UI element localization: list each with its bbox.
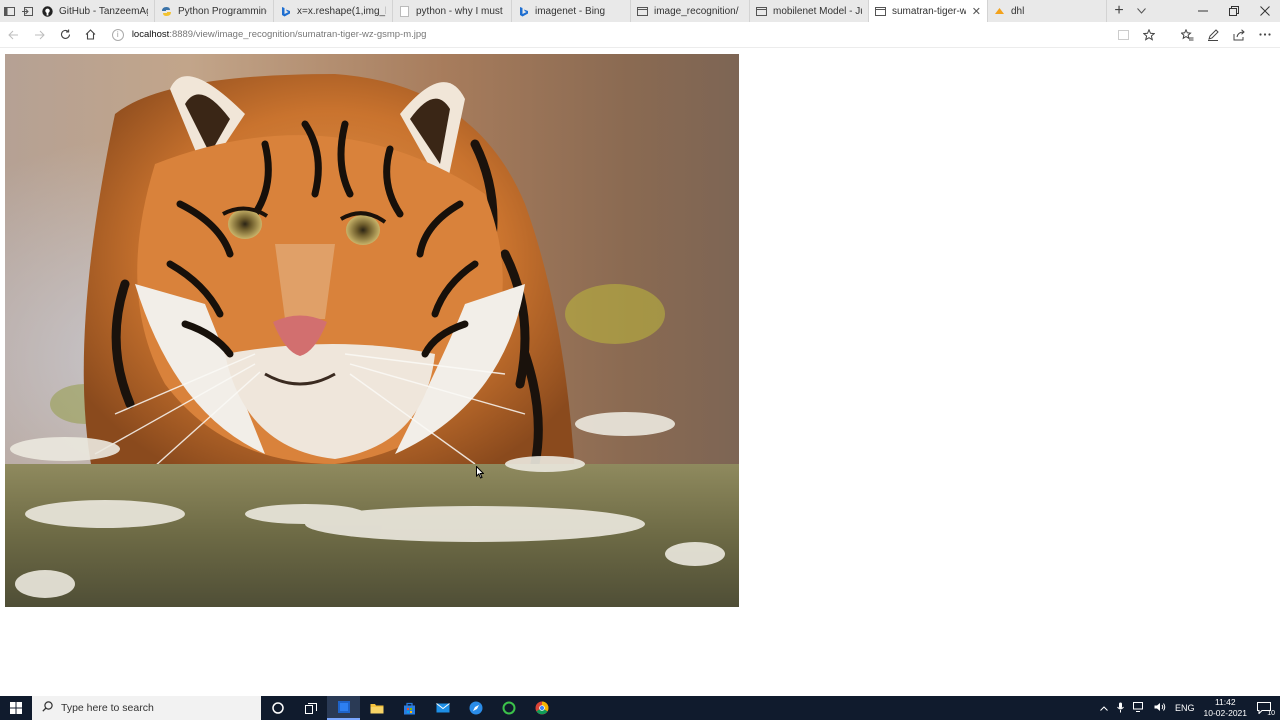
site-info-icon[interactable]: i	[111, 28, 124, 41]
page-icon	[399, 5, 410, 17]
tab-label: Python Programming Tu	[178, 5, 267, 17]
tab-label: sumatran-tiger-wz-	[892, 5, 966, 17]
set-aside-tabs-icon[interactable]	[18, 0, 36, 22]
notification-count: 10	[1267, 710, 1275, 717]
input-language[interactable]: ENG	[1175, 703, 1195, 713]
taskbar: Type here to search ENG 11:42 10-02-2021…	[0, 696, 1280, 720]
github-icon	[42, 5, 53, 17]
python-icon	[161, 6, 172, 17]
share-icon[interactable]	[1226, 22, 1252, 48]
tab-label: mobilenet Model - Jupy	[773, 5, 862, 17]
chevron-up-icon[interactable]	[1100, 703, 1108, 713]
reading-view-icon[interactable]	[1110, 22, 1136, 48]
chevron-down-icon[interactable]	[1131, 0, 1151, 22]
close-window-icon[interactable]	[1249, 0, 1280, 22]
tab-label: x=x.reshape(1,img_heig	[297, 5, 386, 17]
clock-date: 10-02-2021	[1203, 708, 1247, 718]
tab-label: GitHub - TanzeemAgra/	[59, 5, 148, 17]
page-icon	[756, 6, 767, 17]
tab-actions-icon[interactable]	[0, 0, 18, 22]
tiger-image	[5, 54, 739, 607]
bing-icon	[518, 6, 529, 17]
browser-toolbar: i localhost:8889/view/image_recognition/…	[0, 22, 1280, 48]
dhl-icon	[994, 6, 1005, 17]
tab-python[interactable]: Python Programming Tu	[155, 0, 274, 22]
favorite-star-icon[interactable]	[1136, 22, 1162, 48]
task-view-icon[interactable]	[294, 696, 327, 720]
tab-list: GitHub - TanzeemAgra/ Python Programming…	[36, 0, 1107, 22]
more-options-icon[interactable]	[1252, 22, 1278, 48]
favorites-hub-icon[interactable]	[1174, 22, 1200, 48]
windows-start-icon[interactable]	[0, 696, 32, 720]
tab-sumatran-tiger[interactable]: sumatran-tiger-wz- ✕	[869, 0, 988, 22]
tab-stackoverflow[interactable]: python - why I must res	[393, 0, 512, 22]
store-icon[interactable]	[393, 696, 426, 720]
tab-imagenet-bing[interactable]: imagenet - Bing	[512, 0, 631, 22]
restore-icon[interactable]	[1218, 0, 1249, 22]
page-icon	[875, 6, 886, 17]
bing-icon	[280, 6, 291, 17]
page-viewport	[0, 48, 1280, 696]
url-host: localhost	[131, 29, 170, 40]
back-icon[interactable]	[1, 22, 27, 48]
chrome-icon[interactable]	[525, 696, 558, 720]
mail-icon[interactable]	[426, 696, 459, 720]
file-explorer-icon[interactable]	[360, 696, 393, 720]
notification-center-icon[interactable]: 10	[1256, 701, 1275, 717]
tab-dhl[interactable]: dhl	[988, 0, 1107, 22]
tab-label: imagenet - Bing	[535, 5, 606, 17]
tab-reshape[interactable]: x=x.reshape(1,img_heig	[274, 0, 393, 22]
new-tab-icon[interactable]: +	[1107, 0, 1131, 22]
toolbar-right	[1110, 22, 1280, 48]
pen-notes-icon[interactable]	[1200, 22, 1226, 48]
taskbar-apps	[261, 696, 558, 720]
url-path: :8889/view/image_recognition/sumatran-ti…	[169, 29, 427, 40]
home-icon[interactable]	[78, 22, 104, 48]
cortana-icon[interactable]	[261, 696, 294, 720]
system-clock[interactable]: 11:42 10-02-2021	[1204, 697, 1247, 719]
clock-time: 11:42	[1214, 697, 1236, 707]
microphone-icon[interactable]	[1117, 702, 1124, 715]
volume-icon[interactable]	[1154, 702, 1166, 714]
edge-browser-icon[interactable]	[327, 696, 360, 720]
tab-label: python - why I must res	[416, 5, 505, 17]
minimize-icon[interactable]	[1187, 0, 1218, 22]
system-tray: ENG 11:42 10-02-2021 10	[1100, 697, 1280, 719]
tab-strip: GitHub - TanzeemAgra/ Python Programming…	[0, 0, 1280, 22]
tab-mobilenet[interactable]: mobilenet Model - Jupy	[750, 0, 869, 22]
network-icon[interactable]	[1133, 702, 1145, 714]
search-placeholder: Type here to search	[61, 702, 154, 714]
address-bar[interactable]: i localhost:8889/view/image_recognition/…	[111, 25, 1110, 45]
tab-github[interactable]: GitHub - TanzeemAgra/	[36, 0, 155, 22]
mouse-pointer-icon	[476, 465, 485, 482]
tab-label: dhl	[1011, 5, 1025, 17]
refresh-icon[interactable]	[52, 22, 78, 48]
green-app-icon[interactable]	[492, 696, 525, 720]
search-icon	[42, 701, 53, 715]
tab-image-recognition[interactable]: image_recognition/	[631, 0, 750, 22]
taskbar-search-box[interactable]: Type here to search	[32, 696, 261, 720]
forward-icon[interactable]	[27, 22, 53, 48]
safari-compass-icon[interactable]	[459, 696, 492, 720]
window-controls	[1187, 0, 1280, 22]
page-icon	[637, 6, 648, 17]
close-tab-icon[interactable]: ✕	[972, 5, 981, 18]
tab-label: image_recognition/	[654, 5, 739, 17]
